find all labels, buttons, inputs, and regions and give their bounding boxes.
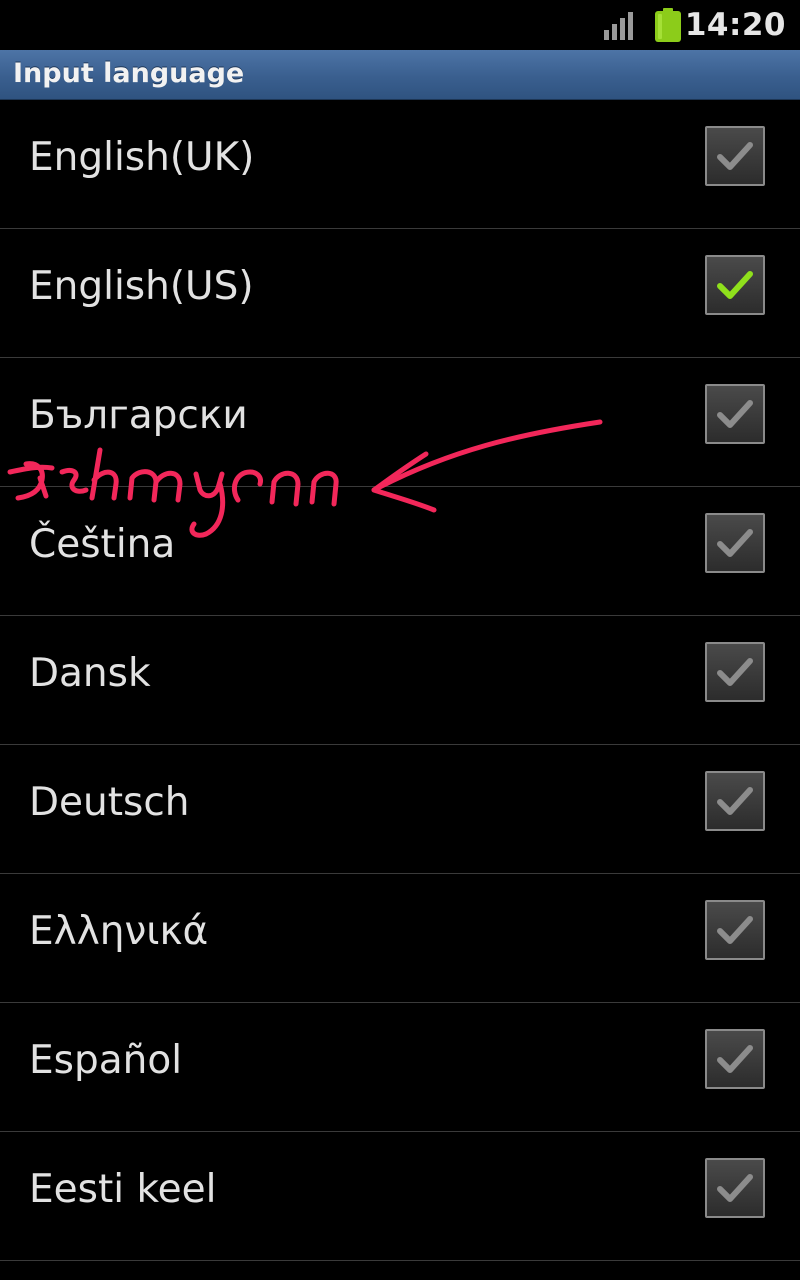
page-title: Input language [13,58,245,89]
list-item-bulgarian[interactable]: Български [0,358,800,487]
language-checkbox[interactable] [705,642,765,702]
checkmark-icon [717,787,753,815]
language-label: Ελληνικά [29,909,209,954]
language-checkbox[interactable] [705,900,765,960]
language-list: English(UK) English(US) Български Češtin… [0,100,800,1261]
status-bar: 14:20 [0,0,800,50]
list-item-english-us[interactable]: English(US) [0,229,800,358]
checkmark-icon [717,658,753,686]
checkmark-icon [717,1174,753,1202]
language-checkbox[interactable] [705,1158,765,1218]
language-label: Español [29,1038,183,1083]
list-item-estonian[interactable]: Eesti keel [0,1132,800,1261]
checkmark-icon [717,271,753,299]
checkmark-icon [717,529,753,557]
language-checkbox[interactable] [705,1029,765,1089]
checkmark-icon [717,400,753,428]
list-item-danish[interactable]: Dansk [0,616,800,745]
language-label: Eesti keel [29,1167,217,1212]
language-label: Български [29,393,248,438]
language-label: Dansk [29,651,151,696]
language-checkbox[interactable] [705,771,765,831]
language-checkbox[interactable] [705,126,765,186]
list-item-czech[interactable]: Čeština [0,487,800,616]
list-item-english-uk[interactable]: English(UK) [0,100,800,229]
signal-strength-icon [604,12,633,40]
checkmark-icon [717,142,753,170]
language-checkbox[interactable] [705,384,765,444]
list-item-german[interactable]: Deutsch [0,745,800,874]
language-checkbox[interactable] [705,255,765,315]
title-bar: Input language [0,50,800,100]
checkmark-icon [717,1045,753,1073]
language-label: English(US) [29,264,254,309]
language-label: Čeština [29,522,176,567]
list-item-spanish[interactable]: Español [0,1003,800,1132]
language-checkbox[interactable] [705,513,765,573]
checkmark-icon [717,916,753,944]
language-label: English(UK) [29,135,255,180]
status-clock: 14:20 [684,7,786,43]
battery-icon [655,8,681,42]
language-label: Deutsch [29,780,190,825]
list-item-greek[interactable]: Ελληνικά [0,874,800,1003]
